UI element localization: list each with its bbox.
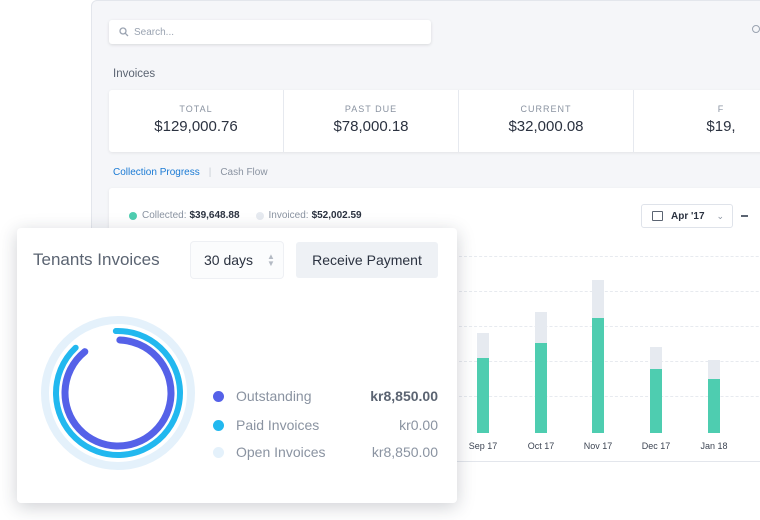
paid-invoices-label: Paid Invoices (236, 417, 320, 433)
collected-bar (650, 369, 662, 433)
stats-bar: TOTAL $129,000.76 PAST DUE $78,000.18 CU… (109, 90, 760, 152)
stat-value: $129,000.76 (154, 118, 238, 135)
search-input[interactable]: Search... (109, 20, 431, 44)
x-tick-label: Dec 17 (642, 441, 671, 451)
outstanding-ring (61, 336, 175, 450)
x-tick-label: Jan 18 (700, 441, 727, 451)
tenants-invoices-widget: Tenants Invoices 30 days ▲ ▼ Receive Paym… (17, 228, 457, 503)
stat-label: TOTAL (179, 104, 213, 114)
x-tick-label: Sep 17 (469, 441, 498, 451)
outstanding-label: Outstanding (236, 388, 312, 404)
collected-bar (708, 379, 720, 433)
stat-past-due: PAST DUE $78,000.18 (284, 90, 459, 152)
paid-invoices-dot (213, 419, 224, 431)
stat-current: CURRENT $32,000.08 (459, 90, 634, 152)
tab-cash-flow[interactable]: Cash Flow (220, 167, 267, 178)
donut-chart (41, 316, 195, 470)
stat-value: $19, (706, 118, 736, 135)
open-invoices-dot (213, 446, 224, 458)
tab-collection-progress[interactable]: Collection Progress (113, 167, 200, 178)
help-icon[interactable] (752, 25, 760, 33)
stat-future: F $19, (634, 90, 760, 152)
stat-value: $78,000.18 (333, 118, 409, 135)
stat-total: TOTAL $129,000.76 (109, 90, 284, 152)
stat-label: PAST DUE (344, 104, 398, 114)
collected-bar (592, 318, 604, 433)
updown-icon: ▲ ▼ (267, 252, 275, 268)
stat-label: F (717, 104, 725, 114)
chart-tabs: Collection Progress | Cash Flow (113, 167, 268, 178)
legend-open-invoices: Open Invoices kr8,850.00 (213, 444, 438, 460)
stat-value: $32,000.08 (508, 118, 584, 135)
legend-outstanding: Outstanding kr8,850.00 (213, 388, 438, 404)
period-select[interactable]: 30 days ▲ ▼ (191, 242, 283, 278)
x-tick-label: Nov 17 (584, 441, 613, 451)
outstanding-dot (213, 390, 224, 402)
tab-divider: | (208, 167, 212, 178)
stat-label: CURRENT (520, 104, 572, 114)
collected-bar (535, 343, 547, 433)
collected-bar (477, 358, 489, 433)
paid-invoices-ring (52, 328, 183, 458)
search-placeholder: Search... (134, 26, 175, 38)
period-value: 30 days (204, 252, 254, 268)
section-title: Invoices (113, 68, 156, 80)
open-invoices-label: Open Invoices (236, 444, 326, 460)
x-tick-label: Oct 17 (528, 441, 555, 451)
legend-paid-invoices: Paid Invoices kr0.00 (213, 417, 438, 433)
outstanding-value: kr8,850.00 (370, 388, 438, 404)
search-icon (119, 27, 129, 37)
receive-payment-button[interactable]: Receive Payment (296, 242, 438, 278)
widget-title: Tenants Invoices (33, 250, 160, 269)
paid-invoices-value: kr0.00 (399, 417, 438, 433)
open-invoices-value: kr8,850.00 (371, 444, 438, 460)
